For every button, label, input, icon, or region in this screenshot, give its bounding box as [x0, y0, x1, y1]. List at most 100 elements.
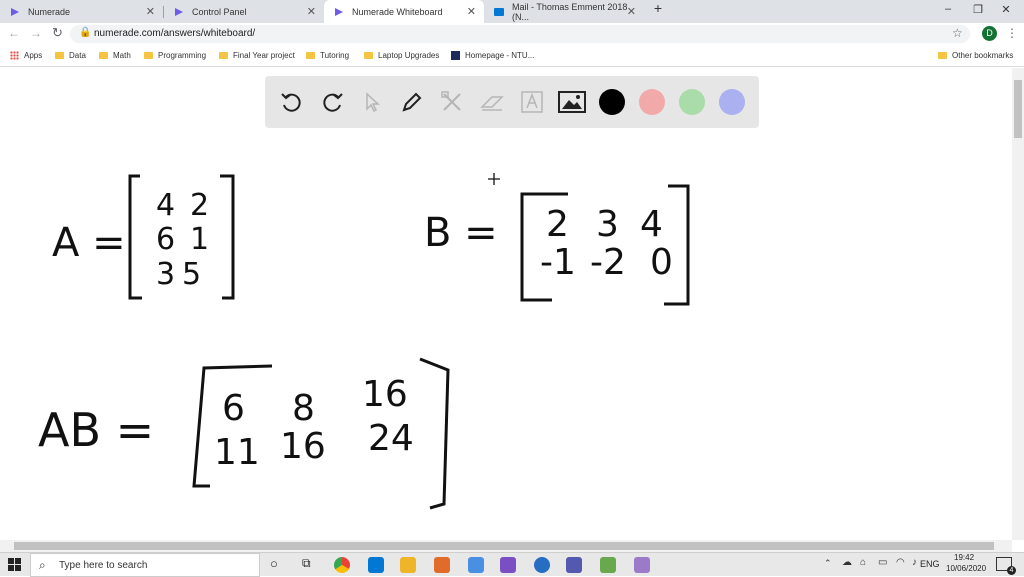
folder-icon — [364, 52, 373, 59]
folder-icon — [99, 52, 108, 59]
bookmark-data[interactable]: Data — [55, 51, 86, 60]
url-text: numerade.com/answers/whiteboard/ — [94, 28, 256, 39]
back-icon[interactable]: ← — [8, 26, 20, 40]
chevron-up-icon[interactable]: ⌃ — [824, 558, 832, 569]
search-placeholder: Type here to search — [59, 560, 148, 571]
wifi-icon[interactable]: ◠ — [896, 557, 905, 568]
folder-icon — [219, 52, 228, 59]
matrix-ab-cell: 11 — [214, 432, 260, 473]
visual-studio-icon[interactable] — [500, 557, 516, 573]
tab-label: Control Panel — [192, 6, 247, 17]
bookmark-math[interactable]: Math — [99, 51, 131, 60]
notification-count: 4 — [1007, 566, 1016, 575]
folder-icon — [306, 52, 315, 59]
whiteboard-app-icon[interactable] — [634, 557, 650, 573]
bookmark-tutoring[interactable]: Tutoring — [306, 51, 349, 60]
forward-icon[interactable]: → — [30, 26, 42, 40]
battery-icon[interactable]: ▭ — [878, 557, 887, 568]
tab-mail[interactable]: Mail - Thomas Emment 2018 (N... ✕ — [484, 0, 644, 23]
minimize-button[interactable]: – — [940, 3, 956, 15]
matrix-ab-right-bracket — [419, 357, 450, 510]
taskbar-search-box[interactable]: ⌕ Type here to search — [30, 553, 260, 577]
bookmark-label: Final Year project — [233, 51, 295, 60]
tab-numerade-whiteboard[interactable]: Numerade Whiteboard ✕ — [324, 0, 484, 23]
bookmark-label: Homepage - NTU... — [465, 51, 535, 60]
matrix-a-left-bracket — [128, 174, 142, 300]
matrix-b-cell: 3 — [596, 204, 619, 245]
scrollbar-thumb[interactable] — [1014, 80, 1022, 138]
matrix-ab-cell: 8 — [292, 388, 315, 429]
profile-avatar[interactable]: D — [982, 26, 997, 41]
scrollbar-thumb[interactable] — [14, 542, 994, 550]
matrix-b-cell: 4 — [640, 204, 663, 245]
bookmark-programming[interactable]: Programming — [144, 51, 206, 60]
matrix-b-label: B = — [424, 210, 498, 256]
numerade-icon — [334, 7, 344, 17]
network-icon[interactable]: ⌂ — [860, 557, 866, 568]
cloud-icon[interactable]: ☁ — [842, 557, 852, 568]
language-indicator[interactable]: ENG — [920, 559, 940, 569]
matrix-b-cell: 2 — [546, 204, 569, 245]
folder-icon — [144, 52, 153, 59]
star-icon[interactable]: ☆ — [952, 26, 963, 40]
address-bar[interactable]: 🔒 numerade.com/answers/whiteboard/ ☆ — [70, 25, 970, 43]
windows-taskbar: ⌕ Type here to search ○ ⧉ ⌃ ☁ ⌂ ▭ ◠ ♪ EN… — [0, 552, 1024, 577]
numerade-icon — [10, 7, 20, 17]
bookmark-laptop-upgrades[interactable]: Laptop Upgrades — [364, 51, 439, 60]
bookmark-apps[interactable]: Apps — [10, 51, 42, 60]
matrix-b-cell: -2 — [590, 242, 626, 283]
cortana-icon[interactable]: ○ — [270, 556, 278, 571]
whiteboard-canvas[interactable]: A = 4 2 6 1 3 5 B = 2 3 4 -1 -2 0 AB = 6… — [0, 68, 1012, 540]
tab-label: Mail - Thomas Emment 2018 (N... — [512, 1, 628, 22]
matrix-ab-cell: 6 — [222, 388, 245, 429]
matrix-a-cell: 2 — [190, 188, 209, 223]
matrix-a-right-bracket — [220, 174, 235, 300]
horizontal-scrollbar[interactable] — [0, 540, 1012, 552]
reload-icon[interactable]: ↻ — [52, 25, 63, 41]
matrix-a-cell: 3 — [156, 257, 175, 292]
new-tab-button[interactable]: + — [650, 0, 666, 16]
search-icon: ⌕ — [39, 558, 46, 572]
close-icon[interactable]: ✕ — [627, 5, 636, 18]
file-explorer-icon[interactable] — [400, 557, 416, 573]
task-view-icon[interactable]: ⧉ — [302, 556, 311, 571]
bookmark-label: Other bookmarks — [952, 51, 1014, 60]
vertical-scrollbar[interactable] — [1012, 68, 1024, 540]
bookmark-final-year-project[interactable]: Final Year project — [219, 51, 295, 60]
bookmark-homepage-ntu[interactable]: Homepage - NTU... — [451, 51, 534, 60]
folder-icon — [938, 52, 947, 59]
close-window-button[interactable]: ✕ — [998, 3, 1014, 16]
clock-date[interactable]: 10/06/2020 — [946, 564, 986, 573]
matrix-a-cell: 4 — [156, 188, 175, 223]
volume-icon[interactable]: ♪ — [912, 557, 917, 568]
lock-icon: 🔒 — [79, 27, 92, 38]
crosshair-cursor-icon — [488, 173, 500, 185]
matlab-icon[interactable] — [434, 557, 450, 573]
menu-icon[interactable]: ⋮ — [1006, 26, 1018, 40]
teams-icon[interactable] — [566, 557, 582, 573]
bookmarks-bar: Apps Data Math Programming Final Year pr… — [0, 45, 1024, 67]
numerade-icon — [174, 7, 184, 17]
matrix-ab-label: AB = — [38, 403, 154, 457]
close-icon[interactable]: ✕ — [146, 5, 155, 18]
notifications-icon[interactable]: 4 — [996, 557, 1016, 575]
app-icon[interactable] — [600, 557, 616, 573]
matrix-a-label: A = — [52, 220, 126, 266]
mail-icon[interactable] — [368, 557, 384, 573]
windows-start-icon[interactable] — [8, 558, 22, 577]
bookmark-label: Data — [69, 51, 86, 60]
r-icon[interactable] — [534, 557, 550, 573]
python-icon[interactable] — [468, 557, 484, 573]
matrix-ab-cell: 16 — [362, 374, 408, 415]
chrome-icon[interactable] — [334, 557, 350, 573]
restore-button[interactable]: ❐ — [970, 3, 986, 16]
close-icon[interactable]: ✕ — [467, 5, 476, 18]
tab-numerade[interactable]: Numerade ✕ — [0, 0, 163, 23]
tab-label: Numerade Whiteboard — [352, 6, 443, 17]
bookmark-other[interactable]: Other bookmarks — [938, 51, 1013, 60]
close-icon[interactable]: ✕ — [307, 5, 316, 18]
tab-control-panel[interactable]: Control Panel ✕ — [164, 0, 324, 23]
folder-icon — [55, 52, 64, 59]
clock-time[interactable]: 19:42 — [954, 553, 974, 562]
bookmark-label: Math — [113, 51, 131, 60]
